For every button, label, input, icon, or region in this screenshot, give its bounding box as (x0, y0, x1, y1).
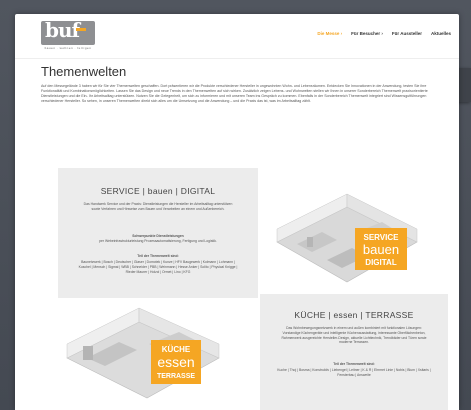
logo-tagline: bauen · wohnen · fertigen (44, 46, 92, 50)
logo[interactable]: buf (41, 18, 95, 45)
nav-item-fuer-aussteller[interactable]: Für Aussteller (392, 31, 422, 36)
block-text-service: Das Handwerk Service und der Praxis: Die… (83, 202, 233, 211)
kueche-badge-line1: KÜCHE (162, 345, 191, 354)
service-badge-line3: DIGITAL (365, 258, 397, 267)
kueche-badge-line2: essen (157, 354, 194, 370)
main-nav: Die Messe › Für Besucher › Für Ausstelle… (317, 31, 451, 36)
block-title-service: SERVICE | bauen | DIGITAL (100, 186, 216, 196)
block-text2-service: per Webeinfrastrukturleistung Prozessaut… (99, 239, 217, 243)
block-title-kueche: KÜCHE | essen | TERRASSE (294, 310, 414, 320)
block-subtitle-kueche: Teil der Themenwelt sind: (333, 362, 375, 366)
logo-text: buf (45, 18, 80, 42)
block-members-service: Baunetzwerk | Bosch | Deutscher | Glaser… (78, 260, 238, 274)
kueche-badge-line3: TERRASSE (157, 373, 195, 380)
themenwelt-kueche-block: KÜCHE | essen | TERRASSE Das Wohnbewegun… (260, 294, 448, 410)
kueche-room-illustration: KÜCHE essen TERRASSE (66, 307, 220, 399)
block-text-kueche: Das Wohnbewegungsnetzwerk in einem und a… (281, 326, 427, 345)
page-title: Themenwelten (41, 64, 127, 79)
nav-item-fuer-besucher[interactable]: Für Besucher › (351, 31, 383, 36)
service-badge-line2: bauen (363, 242, 399, 257)
nav-item-die-messe[interactable]: Die Messe › (317, 31, 342, 36)
logo-accent-bar (76, 28, 86, 31)
block-subtitle-service: Teil der Themenwelt sind: (137, 254, 179, 258)
intro-paragraph: Auf den Messegelände 3 haben wir für Sie… (41, 84, 428, 104)
header-divider (15, 58, 459, 59)
service-badge-line1: SERVICE (364, 233, 400, 242)
site-header: buf bauen · wohnen · fertigen Die Messe … (15, 14, 459, 57)
nav-item-aktuelles[interactable]: Aktuelles (431, 31, 451, 36)
themenwelt-service-block: SERVICE | bauen | DIGITAL Das Handwerk S… (58, 168, 258, 298)
block-members-kueche: Kuche | Thoj | Bosma | Konstruktiv | Lie… (277, 368, 431, 377)
browser-page: buf bauen · wohnen · fertigen Die Messe … (15, 14, 459, 410)
service-room-illustration: SERVICE bauen DIGITAL (276, 193, 418, 283)
